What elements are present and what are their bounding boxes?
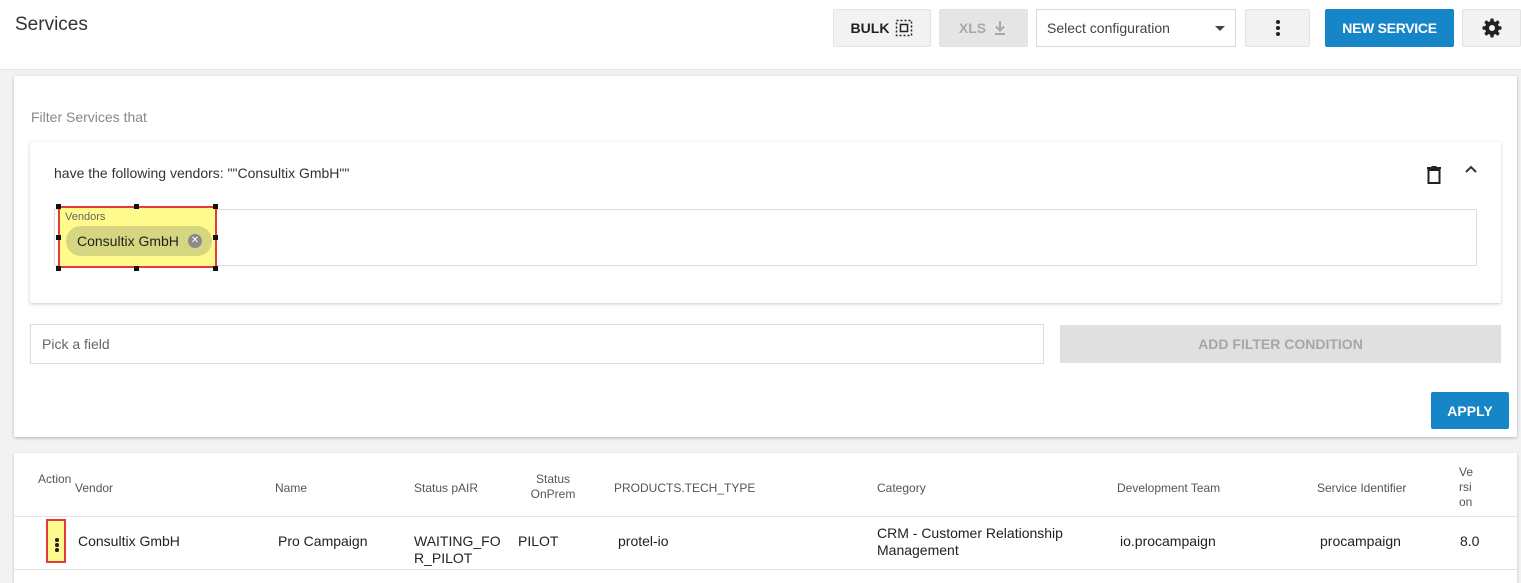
column-header-status-onprem[interactable]: Status OnPrem xyxy=(526,472,580,502)
add-filter-condition-button[interactable]: ADD FILTER CONDITION xyxy=(1060,325,1501,363)
bulk-button[interactable]: BULK xyxy=(833,9,931,47)
resize-handle xyxy=(213,266,218,271)
resize-handle xyxy=(213,204,218,209)
filter-condition-card: have the following vendors: ""Consultix … xyxy=(30,142,1501,303)
filter-condition-text: have the following vendors: ""Consultix … xyxy=(54,165,350,181)
cell-version: 8.0 xyxy=(1460,533,1480,549)
settings-button[interactable] xyxy=(1462,9,1521,47)
cell-category: CRM - Customer Relationship Management xyxy=(877,525,1063,558)
cell-name: Pro Campaign xyxy=(278,533,368,549)
column-header-vendor[interactable]: Vendor xyxy=(75,481,113,496)
row-action-menu[interactable] xyxy=(46,519,66,563)
resize-handle xyxy=(56,204,61,209)
xls-button-label: XLS xyxy=(958,20,987,36)
gear-icon xyxy=(1482,18,1501,38)
cell-status-onprem: PILOT xyxy=(518,533,559,549)
more-vert-icon xyxy=(1275,20,1280,36)
vendor-chip[interactable]: Consultix GmbH ✕ xyxy=(66,226,212,256)
chevron-up-icon[interactable] xyxy=(1464,164,1478,174)
more-vert-icon-dot xyxy=(55,548,59,552)
column-header-development-team[interactable]: Development Team xyxy=(1117,481,1220,496)
cell-status-pair: WAITING_FOR_PILOT xyxy=(414,533,501,566)
resize-handle xyxy=(56,235,61,240)
configuration-select-value: Select configuration xyxy=(1047,20,1170,36)
new-service-button[interactable]: NEW SERVICE xyxy=(1325,9,1454,47)
download-icon xyxy=(995,21,1006,35)
column-header-status-pair[interactable]: Status pAIR xyxy=(414,481,478,496)
column-header-category[interactable]: Category xyxy=(877,481,926,496)
cell-development-team: io.procampaign xyxy=(1120,533,1216,549)
resize-handle xyxy=(213,235,218,240)
more-vert-icon-dot xyxy=(55,538,59,542)
apply-button[interactable]: APPLY xyxy=(1431,392,1509,429)
page-title: Services xyxy=(15,14,88,35)
cell-tech-type: protel-io xyxy=(618,533,669,549)
resize-handle xyxy=(56,266,61,271)
chevron-down-icon xyxy=(1215,26,1225,31)
more-vert-icon-dot xyxy=(55,543,59,547)
bulk-button-label: BULK xyxy=(850,20,890,36)
services-table: Action Vendor Name Status pAIR Status On… xyxy=(14,453,1517,583)
vendor-chip-label: Consultix GmbH xyxy=(77,233,179,249)
column-header-service-identifier[interactable]: Service Identifier xyxy=(1317,481,1406,496)
vendors-field-label: Vendors xyxy=(65,211,106,223)
column-header-tech-type[interactable]: PRODUCTS.TECH_TYPE xyxy=(614,481,755,496)
filter-panel: Filter Services that have the following … xyxy=(14,76,1517,437)
cell-vendor: Consultix GmbH xyxy=(78,533,180,549)
trash-icon[interactable] xyxy=(1427,166,1441,184)
filter-title: Filter Services that xyxy=(31,109,147,125)
column-header-action[interactable]: Action xyxy=(38,472,71,487)
xls-export-button[interactable]: XLS xyxy=(939,9,1028,47)
column-header-name[interactable]: Name xyxy=(275,481,307,496)
more-options-button[interactable] xyxy=(1245,9,1310,47)
cancel-chip-icon[interactable]: ✕ xyxy=(188,234,202,248)
column-header-version[interactable]: Version xyxy=(1459,465,1475,510)
select-all-icon xyxy=(896,19,913,37)
header-divider xyxy=(14,516,1517,517)
resize-handle xyxy=(134,266,139,271)
vendors-field[interactable] xyxy=(54,209,1477,266)
resize-handle xyxy=(134,204,139,209)
row-divider xyxy=(14,569,1517,570)
cell-service-identifier: procampaign xyxy=(1320,533,1401,549)
pick-field-input[interactable]: Pick a field xyxy=(30,324,1044,364)
top-bar: Services BULK XLS Select configuration N… xyxy=(0,0,1521,70)
configuration-select[interactable]: Select configuration xyxy=(1036,9,1236,47)
